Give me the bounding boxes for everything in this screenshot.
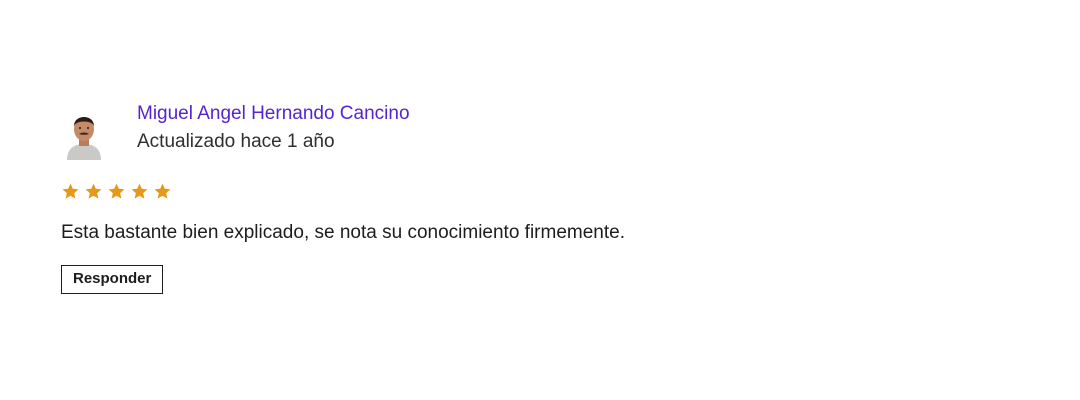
reply-button[interactable]: Responder xyxy=(61,265,164,294)
review-comment: Esta bastante bien explicado, se nota su… xyxy=(61,222,625,243)
star-icon xyxy=(108,183,125,199)
star-icon xyxy=(85,183,102,199)
star-icon xyxy=(131,183,148,199)
review-meta: Miguel Angel Hernando Cancino Actualizad… xyxy=(137,100,410,156)
star-icon xyxy=(62,183,79,199)
review-card: Miguel Angel Hernando Cancino Actualizad… xyxy=(61,100,1021,294)
review-header: Miguel Angel Hernando Cancino Actualizad… xyxy=(61,100,1021,160)
author-name-link[interactable]: Miguel Angel Hernando Cancino xyxy=(137,100,410,128)
updated-timestamp: Actualizado hace 1 año xyxy=(137,131,335,152)
star-rating xyxy=(61,181,1021,201)
user-photo-icon xyxy=(67,117,101,160)
star-icon xyxy=(154,183,171,199)
avatar xyxy=(61,104,107,160)
